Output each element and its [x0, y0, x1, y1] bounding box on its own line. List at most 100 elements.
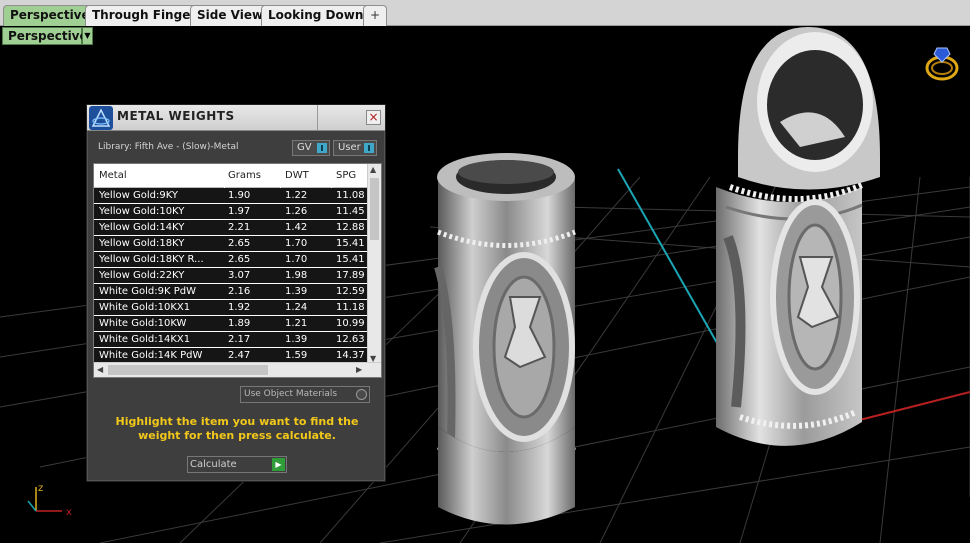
spg-cell: 14.37 — [336, 350, 365, 361]
table-row[interactable]: White Gold:10KW 1.89 1.21 10.99 — [94, 316, 367, 332]
tab-side-view[interactable]: Side View — [190, 5, 271, 26]
use-object-materials-toggle[interactable]: Use Object Materials — [240, 386, 370, 403]
spg-cell: 12.63 — [336, 334, 365, 345]
play-arrow-icon: ▶ — [272, 458, 285, 471]
axis-z-label: z — [38, 483, 43, 494]
table-header: Metal Grams DWT SPG — [94, 164, 367, 188]
dwt-cell: 1.42 — [285, 222, 308, 233]
instruction-text: Highlight the item you want to find the … — [115, 415, 359, 442]
table-row[interactable]: White Gold:10KX1 1.92 1.24 11.18 — [94, 300, 367, 316]
table-row[interactable]: White Gold:14KX1 2.17 1.39 12.63 — [94, 332, 367, 348]
metal-cell: White Gold:10KW — [99, 318, 187, 329]
spg-cell: 12.88 — [336, 222, 365, 233]
gv-toggle[interactable]: GV — [292, 140, 330, 156]
spg-cell: 15.41 — [336, 254, 365, 265]
matrix-logo-icon — [89, 106, 113, 130]
metal-cell: White Gold:10KX1 — [99, 302, 191, 313]
grams-cell: 1.89 — [228, 318, 251, 329]
horizontal-scrollbar[interactable]: ◀ ▶ — [94, 362, 381, 377]
metal-weights-table: Metal Grams DWT SPG Yellow Gold:9KY 1.90 1… — [93, 163, 382, 378]
grams-cell: 1.97 — [228, 206, 251, 217]
panel-title: METAL WEIGHTS — [117, 109, 235, 123]
table-row[interactable]: Yellow Gold:18KY R... 2.65 1.70 15.41 — [94, 252, 367, 268]
dwt-cell: 1.70 — [285, 238, 308, 249]
cylinder-pendant-right[interactable] — [716, 27, 880, 446]
dwt-cell: 1.59 — [285, 350, 308, 361]
radio-icon[interactable] — [356, 389, 367, 400]
add-tab-button[interactable]: + — [363, 5, 387, 26]
grams-cell: 2.21 — [228, 222, 251, 233]
viewport-label[interactable]: Perspective — [2, 27, 88, 45]
scroll-thumb[interactable] — [370, 178, 379, 240]
scroll-thumb[interactable] — [108, 365, 268, 375]
tab-perspective[interactable]: Perspective — [3, 5, 97, 26]
grams-cell: 2.65 — [228, 238, 251, 249]
calculate-label: Calculate — [190, 459, 237, 470]
axis-x-label: x — [66, 507, 72, 518]
calculate-button[interactable]: Calculate ▶ — [187, 456, 287, 473]
spg-cell: 11.18 — [336, 302, 365, 313]
tab-through-finger[interactable]: Through Finger — [85, 5, 204, 26]
spg-cell: 11.45 — [336, 206, 365, 217]
user-toggle-label: User — [338, 142, 361, 153]
column-header-spg[interactable]: SPG — [336, 170, 356, 181]
panel-header[interactable]: METAL WEIGHTS × — [87, 105, 385, 131]
dwt-cell: 1.39 — [285, 334, 308, 345]
metal-weights-panel: METAL WEIGHTS × Library: Fifth Ave - (Sl… — [86, 104, 386, 482]
grams-cell: 1.90 — [228, 190, 251, 201]
dwt-cell: 1.21 — [285, 318, 308, 329]
metal-cell: White Gold:14KX1 — [99, 334, 191, 345]
table-row[interactable]: Yellow Gold:10KY 1.97 1.26 11.45 — [94, 204, 367, 220]
view-tab-bar: Perspective Through Finger Side View Loo… — [0, 0, 970, 26]
use-object-materials-label: Use Object Materials — [244, 389, 338, 399]
spg-cell: 15.41 — [336, 238, 365, 249]
column-header-grams[interactable]: Grams — [228, 170, 261, 181]
toggle-switch-icon — [317, 143, 327, 153]
toggle-switch-icon — [364, 143, 374, 153]
table-row[interactable]: Yellow Gold:14KY 2.21 1.42 12.88 — [94, 220, 367, 236]
table-row[interactable]: White Gold:9K PdW 2.16 1.39 12.59 — [94, 284, 367, 300]
grams-cell: 2.16 — [228, 286, 251, 297]
viewport-menu-chevron-down-icon[interactable]: ▼ — [82, 27, 93, 45]
dwt-cell: 1.98 — [285, 270, 308, 281]
dwt-cell: 1.24 — [285, 302, 308, 313]
scroll-right-icon[interactable]: ▶ — [356, 365, 362, 374]
metal-cell: White Gold:9K PdW — [99, 286, 196, 297]
metal-cell: Yellow Gold:18KY — [99, 238, 185, 249]
metal-cell: Yellow Gold:10KY — [99, 206, 185, 217]
metal-cell: White Gold:14K PdW — [99, 350, 203, 361]
grams-cell: 3.07 — [228, 270, 251, 281]
tab-looking-down[interactable]: Looking Down — [261, 5, 371, 26]
grams-cell: 1.92 — [228, 302, 251, 313]
table-row[interactable]: Yellow Gold:22KY 3.07 1.98 17.89 — [94, 268, 367, 284]
y-axis-line — [617, 168, 726, 358]
spg-cell: 10.99 — [336, 318, 365, 329]
vertical-scrollbar[interactable]: ▲ ▼ — [367, 164, 381, 364]
column-header-metal[interactable]: Metal — [99, 170, 127, 181]
metal-cell: Yellow Gold:18KY R... — [99, 254, 204, 265]
scroll-left-icon[interactable]: ◀ — [97, 365, 103, 374]
library-label: Library: Fifth Ave - (Slow)-Metal — [98, 142, 239, 152]
grams-cell: 2.17 — [228, 334, 251, 345]
close-icon[interactable]: × — [366, 110, 381, 125]
axis-gizmo: z x — [27, 483, 72, 518]
cylinder-pendant-left[interactable] — [434, 153, 576, 525]
metal-cell: Yellow Gold:22KY — [99, 270, 185, 281]
gv-toggle-label: GV — [297, 142, 312, 153]
table-body: Yellow Gold:9KY 1.90 1.22 11.08 Yellow Gold… — [94, 188, 367, 364]
user-toggle[interactable]: User — [333, 140, 377, 156]
dwt-cell: 1.26 — [285, 206, 308, 217]
table-row[interactable]: Yellow Gold:18KY 2.65 1.70 15.41 — [94, 236, 367, 252]
scroll-up-icon[interactable]: ▲ — [370, 165, 376, 174]
dwt-cell: 1.70 — [285, 254, 308, 265]
table-row[interactable]: Yellow Gold:9KY 1.90 1.22 11.08 — [94, 188, 367, 204]
column-header-dwt[interactable]: DWT — [285, 170, 309, 181]
grams-cell: 2.47 — [228, 350, 251, 361]
ring-logo-icon[interactable] — [925, 47, 959, 81]
spg-cell: 12.59 — [336, 286, 365, 297]
grams-cell: 2.65 — [228, 254, 251, 265]
spg-cell: 11.08 — [336, 190, 365, 201]
metal-cell: Yellow Gold:9KY — [99, 190, 178, 201]
spg-cell: 17.89 — [336, 270, 365, 281]
metal-cell: Yellow Gold:14KY — [99, 222, 185, 233]
